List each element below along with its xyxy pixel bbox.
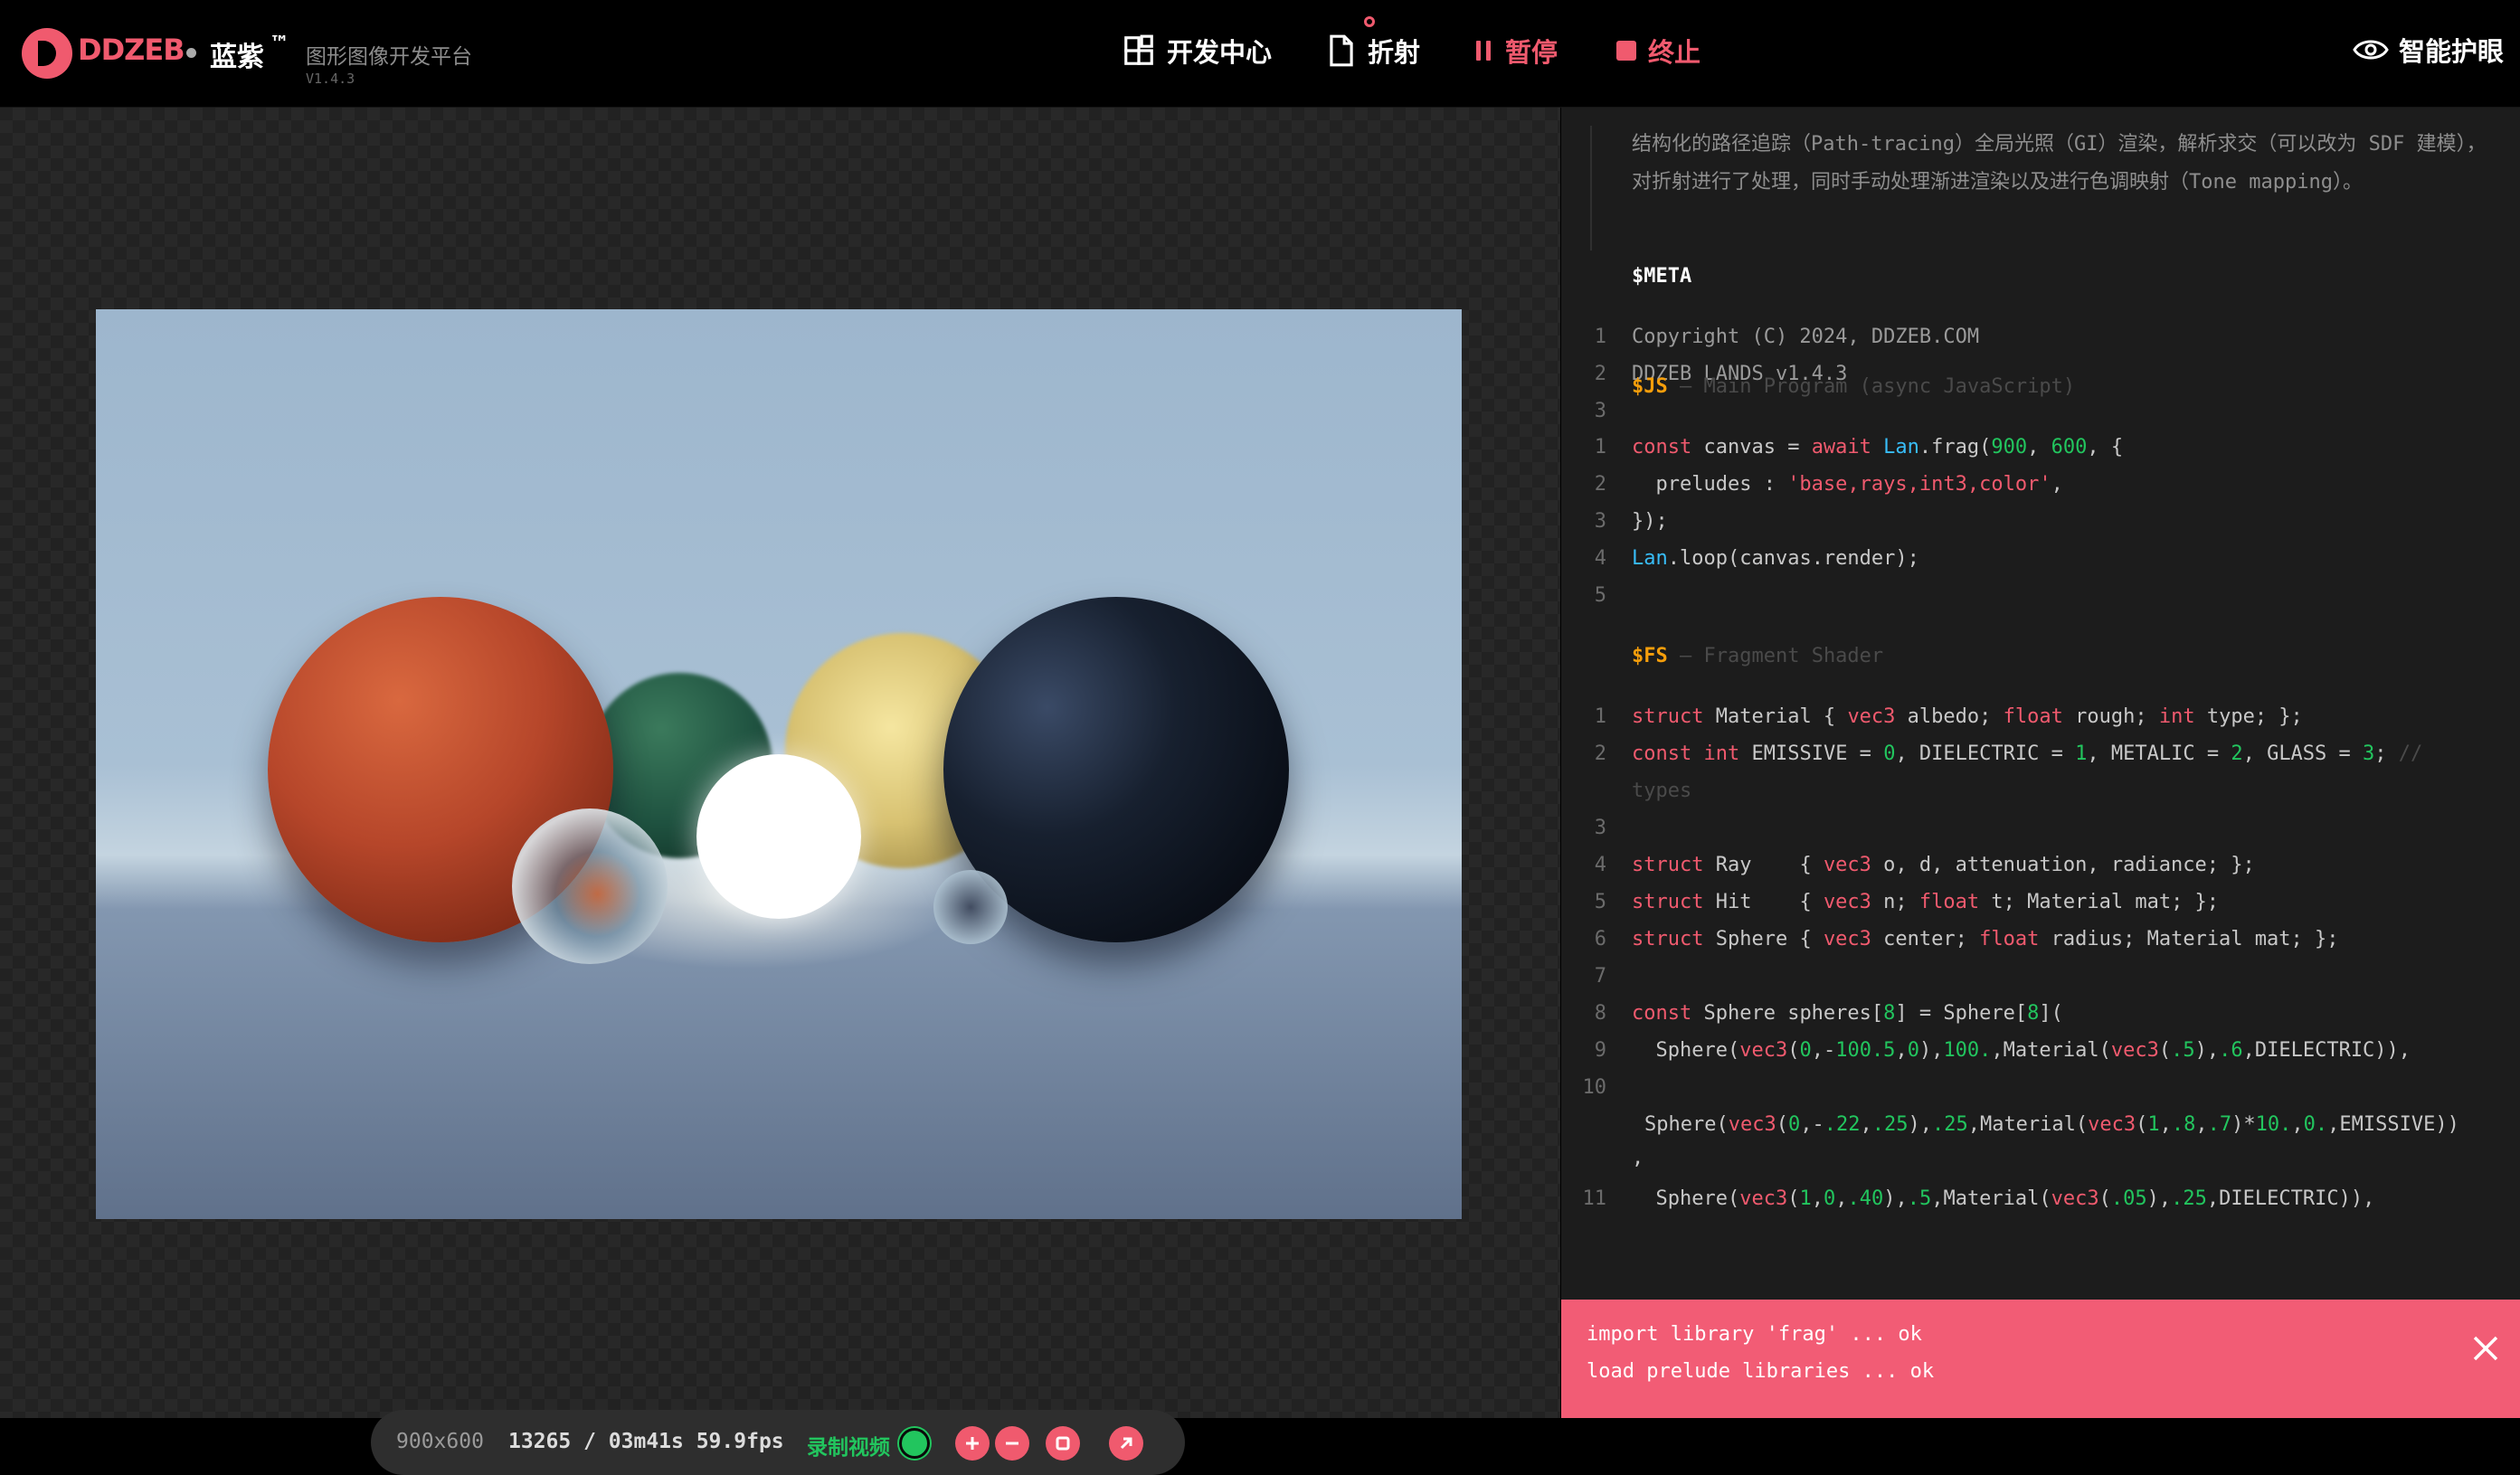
code-line: 5 <box>1594 584 1606 607</box>
code-line: 2 const int EMISSIVE = 0, DIELECTRIC = 1,… <box>1594 742 2423 765</box>
code-line: 10 <box>1582 1076 1607 1099</box>
code-line: 1 Copyright (C) 2024, DDZEB.COM <box>1594 326 1980 348</box>
code-line: 8 const Sphere spheres[8] = Sphere[8]( <box>1594 1002 2063 1025</box>
glass-sphere <box>512 808 668 964</box>
pause-icon <box>1476 41 1491 61</box>
minus-icon <box>1006 1442 1018 1445</box>
code-line: types <box>1632 780 1692 802</box>
code-line: 1 struct Material { vec3 albedo; float ro… <box>1594 705 2303 728</box>
zoom-in-button[interactable] <box>955 1426 990 1461</box>
pause-button[interactable]: 暂停 <box>1474 31 1558 71</box>
close-icon <box>2473 1336 2498 1361</box>
render-canvas[interactable] <box>96 309 1462 1219</box>
code-line: 3}); <box>1594 510 1668 533</box>
eye-care-label: 智能护眼 <box>2399 36 2505 67</box>
log-toast: import library 'frag' ... ok load prelud… <box>1561 1300 2520 1418</box>
toast-log-line: import library 'frag' ... ok <box>1587 1323 1922 1346</box>
code-line: 3 <box>1594 817 1606 839</box>
brand-name-cn: 蓝紫 <box>210 42 264 73</box>
small-glass-sphere <box>933 870 1008 944</box>
stop-icon <box>1616 41 1636 61</box>
fit-icon <box>1056 1436 1070 1451</box>
fit-button[interactable] <box>1046 1426 1080 1461</box>
grid-icon <box>1124 34 1153 65</box>
code-line: 2 preludes : 'base,rays,int3,color', <box>1594 473 2063 496</box>
file-icon <box>1330 34 1353 67</box>
eye-care-toggle[interactable]: 智能护眼 <box>2352 31 2504 69</box>
platform-subtitle: 图形图像开发平台 <box>306 45 472 69</box>
code-line: , <box>1632 1147 1644 1169</box>
code-line: 4 struct Ray { vec3 o, d, attenuation, ra… <box>1594 854 2255 876</box>
code-line: 6 struct Sphere { vec3 center; float radi… <box>1594 928 2339 950</box>
close-toast-button[interactable] <box>2468 1330 2504 1366</box>
trademark-symbol: ™ <box>270 33 289 55</box>
nav-refraction[interactable]: 折射 <box>1326 31 1420 71</box>
stop-label: 终止 <box>1648 37 1701 68</box>
version-label: V1.4.3 <box>306 71 355 87</box>
logo-icon[interactable] <box>22 28 72 79</box>
code-line: Sphere(vec3(0,-.22,.25),.25,Material(vec… <box>1644 1113 2459 1136</box>
code-line: 11 Sphere(vec3(1,0,.40),.5,Material(vec3… <box>1582 1187 2375 1210</box>
record-video-label: 录制视频 <box>807 1436 890 1460</box>
top-bar: DDZEB 蓝紫 ™ 图形图像开发平台 V1.4.3 开发中心 折射 暂停 终止… <box>0 0 2520 108</box>
nav-dev-center[interactable]: 开发中心 <box>1122 31 1272 71</box>
resolution-label: 900x600 <box>396 1430 484 1453</box>
record-toggle[interactable] <box>899 1428 930 1459</box>
code-line: 1 const canvas = await Lan.frag(900, 600,… <box>1594 436 2124 459</box>
code-line: 9 Sphere(vec3(0,-100.5,0),100.,Material(… <box>1594 1039 2411 1062</box>
open-external-icon <box>1120 1437 1132 1450</box>
code-editor[interactable]: 结构化的路径追踪（Path-tracing）全局光照（GI）渲染，解析求交（可以… <box>1561 108 2520 1418</box>
code-line: 2 DDZEB LANDS v1.4.3 <box>1594 363 1848 385</box>
zoom-out-button[interactable] <box>995 1426 1029 1461</box>
toast-log-line: load prelude libraries ... ok <box>1587 1360 1935 1383</box>
eye-icon <box>2353 40 2389 60</box>
render-status-bar: 900x600 13265 / 03m41s 59.9fps 录制视频 <box>371 1410 1185 1475</box>
code-line: 7 <box>1594 965 1606 988</box>
plus-icon <box>966 1437 979 1450</box>
separator-dot <box>186 48 196 58</box>
open-external-button[interactable] <box>1109 1426 1143 1461</box>
render-area: 900x600 13265 / 03m41s 59.9fps 录制视频 <box>0 108 1560 1475</box>
code-line: 5 struct Hit { vec3 n; float t; Material … <box>1594 891 2220 913</box>
emissive-sphere <box>696 754 861 919</box>
nav-refraction-label: 折射 <box>1368 37 1421 68</box>
brand-name[interactable]: DDZEB <box>78 33 185 67</box>
notification-dot <box>1364 16 1375 27</box>
pause-label: 暂停 <box>1505 37 1558 68</box>
code-line: 4 Lan.loop(canvas.render); <box>1594 547 1919 570</box>
frame-counter: 13265 / 03m41s 59.9fps <box>508 1430 784 1453</box>
stop-button[interactable]: 终止 <box>1615 31 1701 71</box>
description-text: 结构化的路径追踪（Path-tracing）全局光照（GI）渲染，解析求交（可以… <box>1590 126 2504 251</box>
nav-dev-center-label: 开发中心 <box>1167 37 1273 68</box>
